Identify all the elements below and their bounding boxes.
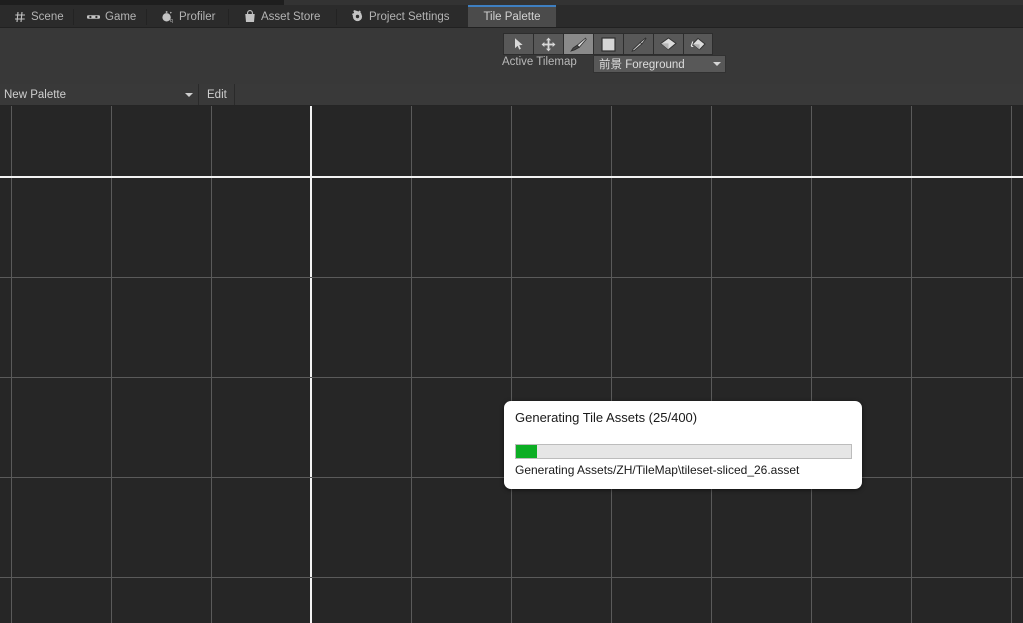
unity-editor-window: Scene Game q Profiler Asset Store Projec… xyxy=(0,0,1023,623)
grid-line-vertical xyxy=(911,106,912,623)
gamepad-icon xyxy=(87,10,100,23)
active-tilemap-value: 前景 Foreground xyxy=(599,59,685,71)
box-fill-tool-button[interactable] xyxy=(593,33,623,55)
editor-tab-bar: Scene Game q Profiler Asset Store Projec… xyxy=(0,5,1023,28)
tab-divider xyxy=(146,9,147,25)
tab-label: Scene xyxy=(31,10,64,23)
tab-label: Asset Store xyxy=(261,10,321,23)
select-tool-button[interactable] xyxy=(503,33,533,55)
grid-line-vertical xyxy=(411,106,412,623)
grid-line-vertical xyxy=(611,106,612,623)
tab-label: Game xyxy=(105,10,137,23)
progress-bar-track xyxy=(515,444,852,459)
grid-line-vertical xyxy=(1011,106,1012,623)
active-tilemap-dropdown[interactable]: 前景 Foreground xyxy=(593,55,726,73)
grid-line-vertical xyxy=(811,106,812,623)
grid-line-horizontal xyxy=(0,577,1023,578)
paint-tool-button[interactable] xyxy=(563,33,593,55)
svg-text:q: q xyxy=(170,18,173,23)
tab-divider xyxy=(73,9,74,25)
chevron-down-icon xyxy=(713,62,721,66)
tab-asset-store[interactable]: Asset Store xyxy=(234,5,329,28)
tool-button-group xyxy=(503,33,713,55)
stopwatch-icon: q xyxy=(161,10,174,23)
palette-selection-bar: New Palette Edit xyxy=(0,84,1023,106)
progress-dialog-title: Generating Tile Assets (25/400) xyxy=(515,410,698,425)
tab-scene[interactable]: Scene xyxy=(4,5,73,28)
grid-line-horizontal xyxy=(0,277,1023,278)
tab-label: Tile Palette xyxy=(483,10,541,23)
grid-line-vertical xyxy=(211,106,212,623)
grid-line-vertical xyxy=(111,106,112,623)
tile-palette-canvas[interactable] xyxy=(0,106,1023,623)
erase-tool-button[interactable] xyxy=(653,33,683,55)
tab-label: Profiler xyxy=(179,10,216,23)
progress-dialog: Generating Tile Assets (25/400) Generati… xyxy=(504,401,862,489)
tile-palette-toolbar: Active Tilemap 前景 Foreground xyxy=(0,28,1023,84)
palette-edit-button[interactable]: Edit xyxy=(200,84,235,105)
tab-divider xyxy=(228,9,229,25)
shopping-bag-icon xyxy=(243,10,256,23)
tab-game[interactable]: Game xyxy=(78,5,145,28)
active-tilemap-label: Active Tilemap xyxy=(502,56,577,68)
progress-bar-fill xyxy=(516,445,537,458)
grid-line-vertical-highlight xyxy=(310,106,312,623)
progress-dialog-status: Generating Assets/ZH/TileMap\tileset-sli… xyxy=(515,463,800,477)
tab-profiler[interactable]: q Profiler xyxy=(152,5,224,28)
grid-line-horizontal xyxy=(0,377,1023,378)
grid-line-vertical xyxy=(711,106,712,623)
move-tool-button[interactable] xyxy=(533,33,563,55)
grid-line-vertical xyxy=(11,106,12,623)
grid-icon xyxy=(13,10,26,23)
chevron-down-icon xyxy=(185,92,193,97)
palette-edit-label: Edit xyxy=(207,88,227,101)
palette-value: New Palette xyxy=(4,88,67,101)
picker-tool-button[interactable] xyxy=(623,33,653,55)
tab-divider xyxy=(336,9,337,25)
grid-line-horizontal-highlight xyxy=(0,176,1023,178)
tab-tile-palette[interactable]: Tile Palette xyxy=(468,5,556,28)
tab-project-settings[interactable]: Project Settings xyxy=(342,5,459,28)
tab-label: Project Settings xyxy=(369,10,450,23)
gear-icon xyxy=(351,10,364,23)
grid-line-vertical xyxy=(511,106,512,623)
fill-tool-button[interactable] xyxy=(683,33,713,55)
palette-dropdown[interactable]: New Palette xyxy=(0,84,199,105)
